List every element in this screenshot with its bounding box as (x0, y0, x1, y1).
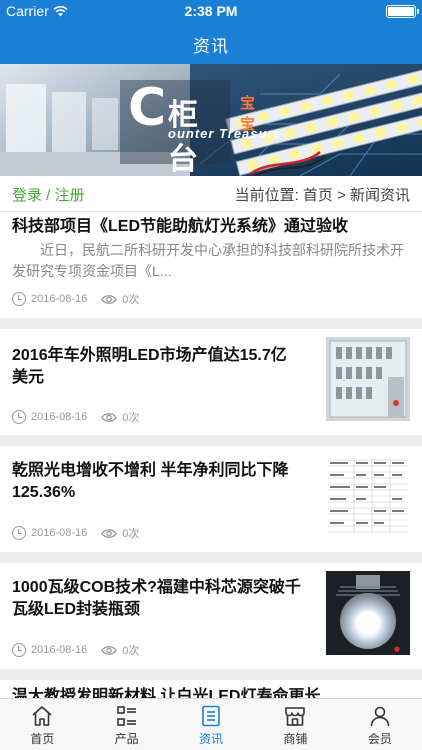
breadcrumb-bar: 登录 / 注册 当前位置: 首页 > 新闻资讯 (0, 176, 422, 212)
article-meta: 2016-08-16 0次 (12, 409, 139, 425)
article-views: 0次 (122, 294, 140, 306)
login-register-link[interactable]: 登录 / 注册 (12, 184, 85, 205)
banner-logo-letter: C (128, 78, 167, 138)
article-title[interactable]: 温大教授发明新材料 让白光LED灯寿命更长 (12, 686, 410, 698)
article-date: 2016-08-16 (31, 527, 88, 539)
tab-products-label: 产品 (114, 732, 139, 746)
shop-icon (285, 707, 306, 726)
tab-news-label: 资讯 (199, 732, 224, 746)
clock-time: 2:38 PM (184, 3, 238, 19)
financial-table-image (326, 454, 410, 538)
banner-logo-english: ounter Treasure (168, 126, 282, 141)
article-meta: 2016-08-16 0次 (12, 642, 139, 658)
article-card[interactable]: 2016年车外照明LED市场产值达15.7亿美元 2016-08-16 0次 (0, 329, 422, 435)
page-title: 资讯 (193, 37, 229, 56)
article-card[interactable]: 科技部项目《LED节能助航灯光系统》通过验收 近日，民航二所科研开发中心承担的科… (0, 212, 422, 318)
banner-image (0, 64, 422, 176)
battery-icon (386, 5, 419, 18)
article-views: 0次 (122, 412, 140, 424)
article-thumbnail[interactable] (326, 454, 410, 538)
article-summary: 近日，民航二所科研开发中心承担的科技部科研院所技术开发研究专项资金项目《L... (12, 242, 404, 279)
electrical-panel-image (326, 337, 410, 421)
eye-icon (101, 294, 118, 304)
breadcrumb: 当前位置: 首页 > 新闻资讯 (234, 187, 410, 204)
article-views: 0次 (122, 528, 140, 540)
tab-news[interactable]: 资讯 (169, 699, 253, 750)
news-icon (202, 705, 220, 727)
status-bar: Carrier 2:38 PM (0, 0, 422, 22)
banner-logo: C 柜台 宝宝 ounter Treasure (128, 78, 281, 176)
article-title[interactable]: 科技部项目《LED节能助航灯光系统》通过验收 (12, 216, 410, 238)
article-title[interactable]: 乾照光电增收不增利 半年净利同比下降125.36% (12, 460, 302, 504)
tab-member[interactable]: 会员 (338, 699, 422, 750)
tab-shops[interactable]: 商铺 (253, 699, 337, 750)
article-thumbnail[interactable] (326, 337, 410, 421)
article-thumbnail[interactable]: ● (326, 571, 410, 655)
article-list[interactable]: 科技部项目《LED节能助航灯光系统》通过验收 近日，民航二所科研开发中心承担的科… (0, 212, 422, 698)
top-bar: Carrier 2:38 PM 资讯 (0, 0, 422, 64)
tab-home-label: 首页 (30, 732, 55, 746)
article-date: 2016-08-16 (31, 293, 88, 305)
user-icon (370, 706, 390, 727)
led-lamp-image: ● (326, 571, 410, 655)
clock-icon (12, 410, 26, 424)
clock-icon (12, 292, 26, 306)
home-icon (32, 706, 52, 726)
tab-bar: 首页 产品 资讯 商铺 会员 (0, 698, 422, 750)
tab-shops-label: 商铺 (283, 732, 308, 746)
list-icon (116, 706, 136, 726)
article-meta: 2016-08-16 0次 (12, 525, 139, 541)
tab-member-label: 会员 (367, 732, 392, 746)
eye-icon (101, 645, 118, 655)
svg-text:●: ● (394, 645, 400, 653)
banner[interactable]: C 柜台 宝宝 ounter Treasure (0, 64, 422, 176)
eye-icon (101, 528, 118, 538)
article-title[interactable]: 2016年车外照明LED市场产值达15.7亿美元 (12, 345, 302, 389)
article-card[interactable]: 温大教授发明新材料 让白光LED灯寿命更长 (0, 680, 422, 698)
article-title[interactable]: 1000瓦级COB技术?福建中科芯源突破千瓦级LED封装瓶颈 (12, 577, 302, 621)
article-card[interactable]: 1000瓦级COB技术?福建中科芯源突破千瓦级LED封装瓶颈 2016-08-1… (0, 563, 422, 669)
article-date: 2016-08-16 (31, 411, 88, 423)
article-meta: 2016-08-16 0次 (12, 291, 139, 307)
app: Carrier 2:38 PM 资讯 C 柜台 宝宝 ounter Treasu… (0, 0, 422, 750)
clock-icon (12, 643, 26, 657)
tab-home[interactable]: 首页 (0, 699, 84, 750)
eye-icon (101, 412, 118, 422)
article-card[interactable]: 乾照光电增收不增利 半年净利同比下降125.36% 2016-08-16 0次 (0, 446, 422, 552)
clock-icon (12, 526, 26, 540)
article-views: 0次 (122, 645, 140, 657)
tab-products[interactable]: 产品 (84, 699, 168, 750)
article-date: 2016-08-16 (31, 644, 88, 656)
